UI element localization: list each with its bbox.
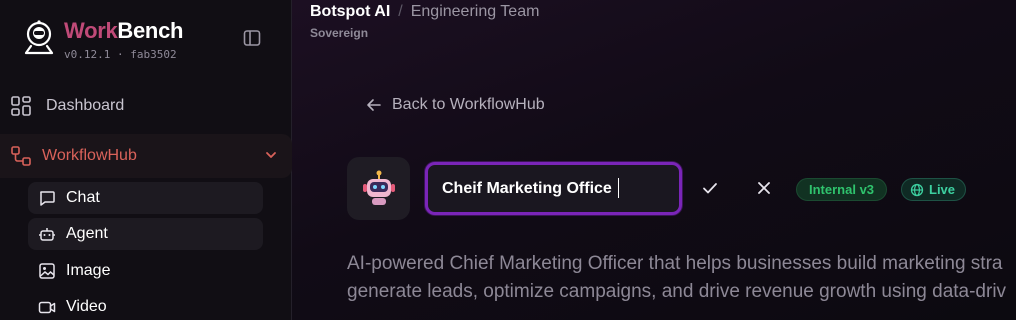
- back-to-workflowhub-link[interactable]: Back to WorkflowHub: [366, 96, 545, 114]
- sidebar: WorkBench v0.12.1 · fab3502 Dashboard Wo…: [0, 0, 292, 320]
- close-icon[interactable]: [754, 178, 774, 198]
- video-icon: [38, 301, 56, 314]
- description-line: AI-powered Chief Marketing Officer that …: [347, 253, 1003, 274]
- arrow-left-icon: [367, 99, 381, 111]
- version-label: v0.12.1 · fab3502: [64, 48, 177, 61]
- sidebar-subitem-label: Video: [66, 298, 107, 315]
- main-content: Botspot AI / Engineering Team Sovereign …: [292, 0, 1016, 320]
- back-link-label: Back to WorkflowHub: [392, 96, 545, 113]
- image-icon: [39, 263, 55, 279]
- brand-name-part2: Bench: [117, 18, 184, 43]
- globe-icon: [910, 183, 924, 196]
- sidebar-subitem-video[interactable]: Video: [28, 291, 263, 320]
- sidebar-item-label: Dashboard: [46, 97, 125, 114]
- version-badge: Internal v3: [796, 178, 888, 201]
- org-subtitle: Sovereign: [310, 26, 369, 40]
- workflow-icon: [11, 146, 31, 166]
- breadcrumb-separator: /: [398, 3, 403, 20]
- sidebar-subitem-image[interactable]: Image: [28, 255, 263, 287]
- sidebar-item-workflowhub[interactable]: WorkflowHub: [0, 134, 292, 178]
- robot-logo-icon: [24, 20, 54, 55]
- chat-icon: [40, 191, 55, 206]
- robot-icon: [39, 228, 55, 241]
- breadcrumb-org[interactable]: Botspot AI: [310, 3, 390, 21]
- robot-avatar-icon: [362, 170, 395, 205]
- page-header: Botspot AI / Engineering Team Sovereign: [310, 3, 539, 40]
- sidebar-subitem-label: Agent: [66, 225, 108, 242]
- sidebar-subitem-chat[interactable]: Chat: [28, 182, 263, 214]
- dashboard-grid-icon: [11, 96, 31, 116]
- sidebar-subitem-agent[interactable]: Agent: [28, 218, 263, 250]
- chevron-down-icon[interactable]: [264, 148, 278, 162]
- brand[interactable]: WorkBench v0.12.1 · fab3502: [22, 18, 183, 61]
- brand-name: WorkBench: [64, 18, 183, 44]
- check-icon[interactable]: [700, 178, 720, 198]
- sidebar-item-dashboard[interactable]: Dashboard: [0, 84, 292, 128]
- sidebar-subitem-label: Chat: [66, 189, 100, 206]
- live-status-badge: Live: [901, 178, 967, 201]
- description-line: generate leads, optimize campaigns, and …: [347, 281, 1007, 302]
- text-caret: [618, 178, 619, 198]
- brand-name-part1: Work: [64, 18, 118, 43]
- live-badge-label: Live: [929, 182, 956, 197]
- agent-name-input[interactable]: [425, 162, 682, 215]
- sidebar-subitem-label: Image: [66, 262, 111, 279]
- sidebar-item-label: WorkflowHub: [42, 147, 137, 164]
- agent-avatar[interactable]: [347, 157, 410, 220]
- agent-description: AI-powered Chief Marketing Officer that …: [347, 250, 1016, 306]
- breadcrumb-team[interactable]: Engineering Team: [411, 3, 540, 21]
- sidebar-toggle-icon[interactable]: [242, 28, 262, 48]
- breadcrumb: Botspot AI / Engineering Team: [310, 3, 539, 21]
